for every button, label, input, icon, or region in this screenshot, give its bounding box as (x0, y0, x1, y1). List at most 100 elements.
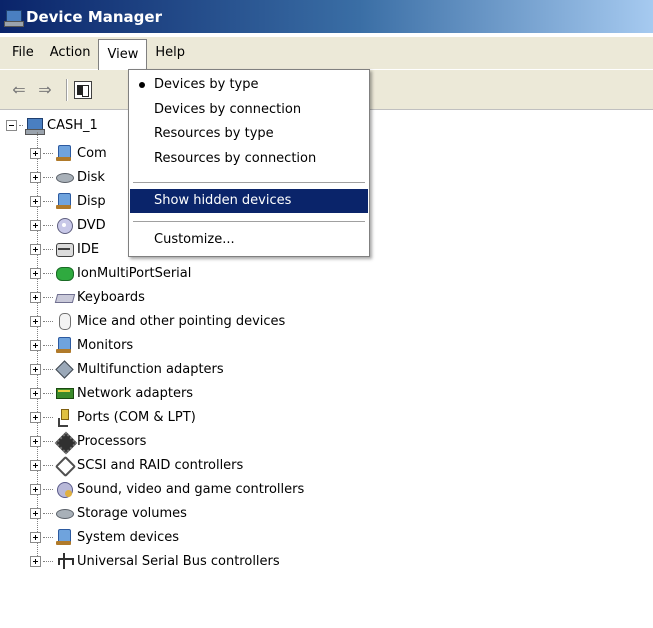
window-title: Device Manager (26, 7, 162, 26)
tree-root[interactable]: CASH_1 (6, 115, 98, 135)
expand-icon[interactable] (30, 315, 41, 327)
expand-icon[interactable] (30, 363, 41, 375)
multifunction-adapter-icon (55, 360, 73, 378)
tree-item-multifunction[interactable]: Multifunction adapters (30, 357, 224, 381)
disk-drive-icon (55, 168, 74, 186)
computer-icon (25, 116, 45, 135)
tree-item-network[interactable]: Network adapters (30, 381, 193, 405)
tree-item-usb[interactable]: Universal Serial Bus controllers (30, 549, 280, 573)
menu-item-resources-by-type[interactable]: Resources by type (130, 122, 368, 146)
tree-item-label: Disp (77, 193, 106, 209)
tree-item-sound[interactable]: Sound, video and game controllers (30, 477, 304, 501)
show-hide-console-tree-icon[interactable] (74, 80, 92, 99)
expand-icon[interactable] (30, 435, 41, 447)
menu-separator (133, 221, 365, 223)
tree-item-keyboards[interactable]: Keyboards (30, 285, 145, 309)
expand-icon[interactable] (30, 459, 41, 471)
tree-item-label: SCSI and RAID controllers (77, 457, 244, 473)
tree-root-label: CASH_1 (47, 117, 98, 133)
tree-item-label: Monitors (77, 337, 134, 353)
tree-item-storage[interactable]: Storage volumes (30, 501, 187, 525)
expand-icon[interactable] (30, 267, 41, 279)
expand-icon[interactable] (30, 219, 41, 231)
network-adapter-icon (55, 384, 74, 402)
menu-bar: File Action View Help (0, 37, 653, 71)
tree-item-label: Network adapters (77, 385, 194, 401)
menu-item-label: Show hidden devices (154, 193, 292, 208)
tree-item-label: Universal Serial Bus controllers (77, 553, 280, 569)
processor-icon (55, 432, 73, 450)
tree-item-disk[interactable]: Disk (30, 165, 105, 189)
tree-item-monitors[interactable]: Monitors (30, 333, 133, 357)
tree-item-label: IDE (77, 241, 100, 257)
tree-item-label: DVD (77, 217, 106, 233)
expand-icon[interactable] (30, 387, 41, 399)
expand-icon[interactable] (30, 291, 41, 303)
tree-item-ide[interactable]: IDE (30, 237, 99, 261)
tree-item-computer[interactable]: Com (30, 141, 107, 165)
tree-item-system[interactable]: System devices (30, 525, 179, 549)
menu-help[interactable]: Help (147, 39, 193, 67)
title-bar[interactable]: Device Manager (0, 0, 653, 33)
expand-icon[interactable] (30, 483, 41, 495)
menu-item-customize[interactable]: Customize... (130, 228, 368, 252)
expand-icon[interactable] (30, 411, 41, 423)
expand-icon[interactable] (30, 339, 41, 351)
menu-item-label: Devices by connection (154, 102, 302, 117)
tree-item-label: Ports (COM & LPT) (77, 409, 196, 425)
tree-item-label: IonMultiPortSerial (77, 265, 192, 281)
menu-view[interactable]: View (98, 39, 148, 71)
menu-item-devices-by-type[interactable]: Devices by type (130, 73, 368, 97)
expand-icon[interactable] (30, 171, 41, 183)
back-arrow-icon[interactable]: ⇐ (8, 79, 30, 101)
menu-item-show-hidden-devices[interactable]: Show hidden devices (130, 189, 368, 213)
tree-item-label: Storage volumes (77, 505, 187, 521)
monitor-icon (55, 336, 73, 354)
menu-item-resources-by-connection[interactable]: Resources by connection (130, 147, 368, 171)
tree-item-dvd[interactable]: DVD (30, 213, 106, 237)
tree-item-label: Keyboards (77, 289, 145, 305)
tree-item-mice[interactable]: Mice and other pointing devices (30, 309, 285, 333)
expand-icon[interactable] (30, 531, 41, 543)
menu-file[interactable]: File (4, 39, 42, 67)
system-device-icon (55, 528, 73, 546)
tree-item-display[interactable]: Disp (30, 189, 106, 213)
menu-item-label: Customize... (154, 232, 235, 247)
tree-item-scsi[interactable]: SCSI and RAID controllers (30, 453, 243, 477)
multiport-serial-icon (55, 264, 74, 282)
expand-icon[interactable] (30, 147, 41, 159)
ide-controller-icon (55, 240, 74, 258)
tree-item-label: System devices (77, 529, 180, 545)
computer-icon (4, 8, 24, 27)
storage-volume-icon (55, 504, 74, 522)
expand-icon[interactable] (30, 507, 41, 519)
tree-item-ports[interactable]: Ports (COM & LPT) (30, 405, 196, 429)
expand-icon[interactable] (30, 243, 41, 255)
menu-item-devices-by-connection[interactable]: Devices by connection (130, 98, 368, 122)
tree-item-label: Mice and other pointing devices (77, 313, 286, 329)
tree-item-label: Multifunction adapters (77, 361, 224, 377)
menu-separator (133, 182, 365, 184)
toolbar-separator (66, 78, 68, 101)
tree-item-label: Sound, video and game controllers (77, 481, 305, 497)
display-adapter-icon (55, 192, 73, 210)
tree-item-label: Processors (77, 433, 147, 449)
computer-node-icon (55, 144, 73, 162)
menu-item-label: Devices by type (154, 77, 259, 92)
forward-arrow-icon[interactable]: ⇒ (34, 79, 56, 101)
tree-item-label: Com (77, 145, 107, 161)
tree-item-label: Disk (77, 169, 105, 185)
port-icon (55, 408, 73, 427)
tree-item-ionmultiportserial[interactable]: IonMultiPortSerial (30, 261, 191, 285)
scsi-controller-icon (55, 456, 73, 474)
menu-item-label: Resources by connection (154, 151, 317, 166)
expand-icon[interactable] (30, 555, 41, 567)
collapse-icon[interactable] (6, 119, 17, 131)
tree-item-processors[interactable]: Processors (30, 429, 146, 453)
menu-action[interactable]: Action (42, 39, 99, 67)
mouse-icon (55, 312, 73, 330)
sound-icon (55, 480, 73, 498)
dvd-drive-icon (55, 216, 73, 234)
expand-icon[interactable] (30, 195, 41, 207)
tree-connector (19, 124, 23, 126)
